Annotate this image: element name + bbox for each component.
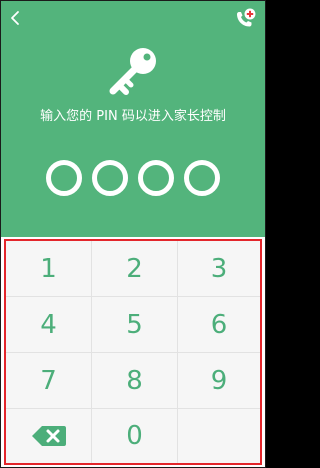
key-3[interactable]: 3 [178, 241, 260, 297]
app-frame: 输入您的 PIN 码以进入家长控制 1 2 3 4 5 6 7 8 9 0 [0, 0, 266, 468]
phone-plus-icon [237, 8, 256, 27]
pin-empty-circle-icon [46, 160, 82, 196]
pin-slot [45, 153, 83, 203]
pin-empty-circle-icon [138, 160, 174, 196]
key-6[interactable]: 6 [178, 297, 260, 353]
key-7[interactable]: 7 [6, 353, 92, 409]
header: 输入您的 PIN 码以进入家长控制 [1, 1, 265, 237]
back-button[interactable] [5, 7, 25, 29]
chevron-left-icon [11, 11, 19, 25]
key-2[interactable]: 2 [92, 241, 178, 297]
pin-slot [183, 153, 221, 203]
key-9[interactable]: 9 [178, 353, 260, 409]
key-1[interactable]: 1 [6, 241, 92, 297]
pin-empty-circle-icon [92, 160, 128, 196]
key-8[interactable]: 8 [92, 353, 178, 409]
pin-slot [137, 153, 175, 203]
pin-slot [91, 153, 129, 203]
key-4[interactable]: 4 [6, 297, 92, 353]
key-blank [178, 409, 260, 463]
backspace-button[interactable] [6, 409, 92, 463]
keypad: 1 2 3 4 5 6 7 8 9 0 [4, 239, 262, 465]
emergency-call-button[interactable] [233, 7, 257, 31]
pin-prompt: 输入您的 PIN 码以进入家长控制 [40, 109, 226, 124]
key-icon [109, 48, 156, 95]
pin-empty-circle-icon [184, 160, 220, 196]
key-5[interactable]: 5 [92, 297, 178, 353]
pin-display [1, 153, 265, 209]
key-0[interactable]: 0 [92, 409, 178, 463]
backspace-icon [31, 426, 66, 446]
